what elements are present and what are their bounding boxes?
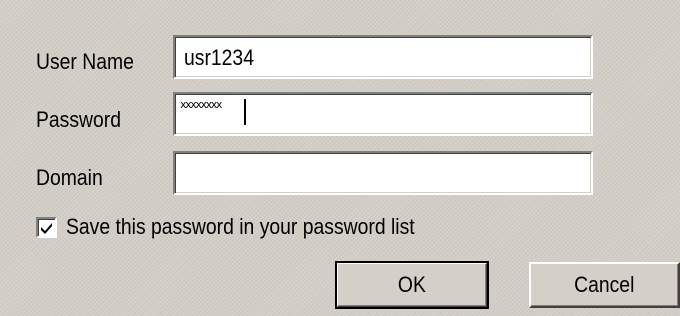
ok-button[interactable]: OK [335, 261, 489, 309]
username-label: User Name [36, 49, 134, 74]
username-value: usr1234 [184, 45, 254, 70]
text-caret [244, 99, 246, 125]
password-field[interactable]: xxxxxxxx [173, 92, 593, 136]
domain-field[interactable] [173, 151, 593, 195]
ok-button-label: OK [398, 272, 426, 297]
save-password-checkbox[interactable] [36, 217, 57, 238]
password-mask: xxxxxxxx [180, 98, 222, 111]
password-label: Password [36, 107, 122, 132]
cancel-button-label: Cancel [574, 272, 635, 297]
domain-label: Domain [36, 165, 103, 190]
login-dialog: User Name usr1234 Password xxxxxxxx Doma… [0, 0, 680, 316]
username-field[interactable]: usr1234 [173, 35, 593, 79]
check-mark-icon [41, 223, 52, 234]
cancel-button[interactable]: Cancel [529, 262, 680, 308]
save-password-label[interactable]: Save this password in your password list [66, 214, 415, 240]
